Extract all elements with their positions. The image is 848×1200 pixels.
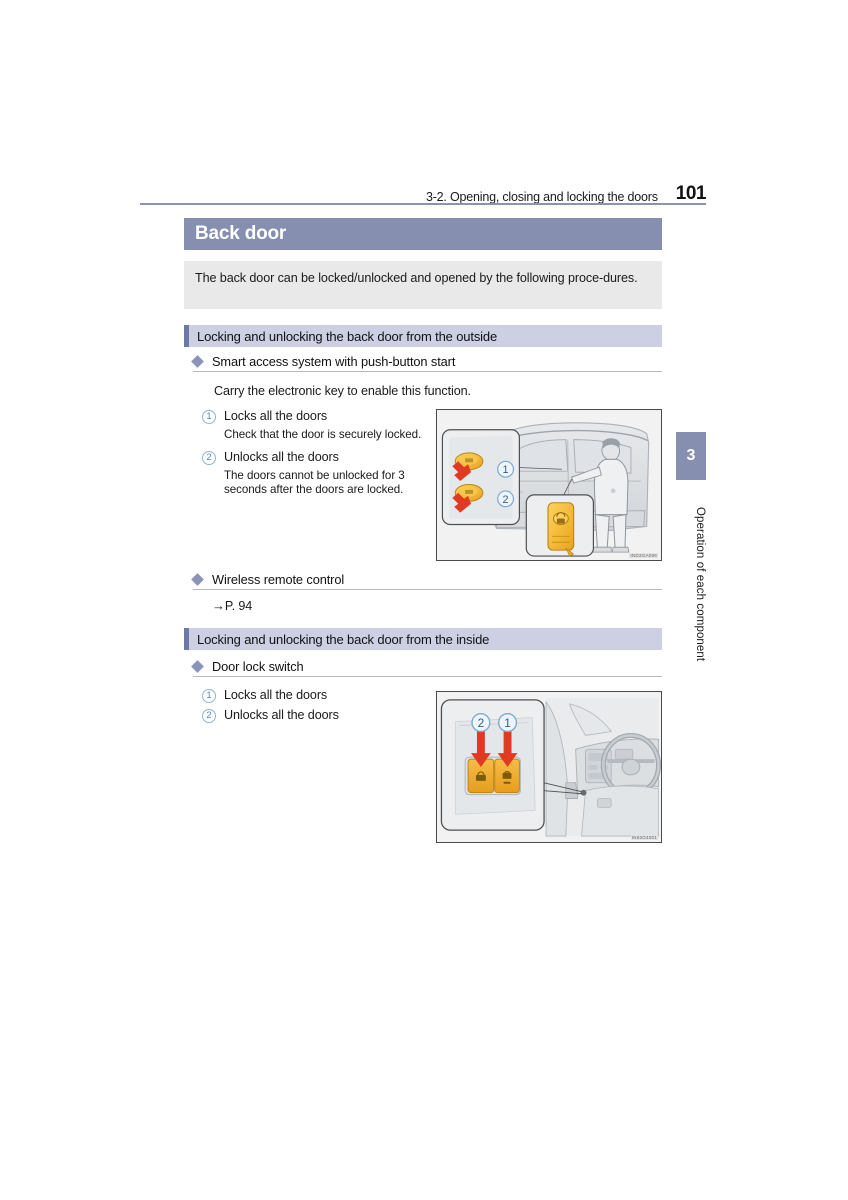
subhead-label: Door lock switch — [212, 659, 304, 674]
section-header-label: Locking and unlocking the back door from… — [197, 328, 498, 344]
chapter-tab-name: Operation of each component — [694, 506, 706, 662]
circled-number-icon: 1 — [202, 410, 216, 424]
chapter-tab-number: 3 — [676, 432, 706, 480]
page-reference-label: P. 94 — [224, 599, 253, 613]
circled-number-icon: 2 — [202, 450, 216, 465]
page-title: Back door — [195, 223, 287, 244]
list-item: 2 Unlocks all the doors — [202, 706, 430, 725]
back-door-exterior-illustration: 1 2 IND3GA096 — [436, 409, 662, 561]
page-reference[interactable]: →P. 94 — [212, 598, 252, 613]
svg-text:1: 1 — [504, 716, 511, 730]
list-item-label: Unlocks all the doors — [224, 449, 339, 464]
chapter-title: 3-2. Opening, closing and locking the do… — [425, 190, 658, 204]
page-title-banner: Back door — [184, 218, 662, 250]
list-item: 1 Locks all the doors — [202, 686, 430, 705]
header-rule — [140, 203, 706, 205]
section-header-outside: Locking and unlocking the back door from… — [184, 325, 662, 347]
list-item-note: Check that the door is securely locked. — [224, 428, 422, 441]
subhead-label: Smart access system with push-button sta… — [212, 354, 456, 369]
figure-code: IND3GA096 — [629, 553, 658, 558]
circled-number-icon: 2 — [202, 709, 216, 723]
list-item-label: Locks all the doors — [224, 688, 328, 702]
circled-number-icon: 1 — [202, 689, 216, 703]
chapter-number: 3 — [686, 447, 696, 464]
list-item-label: Locks all the doors — [224, 409, 328, 423]
subhead-smart-access: Smart access system with push-button sta… — [191, 352, 662, 372]
diamond-bullet-icon — [191, 660, 204, 673]
figure-code: IN83G4001 — [630, 835, 658, 840]
diamond-bullet-icon — [191, 573, 204, 586]
section-header-inside: Locking and unlocking the back door from… — [184, 628, 662, 650]
list-item: 2 Unlocks all the doors — [202, 448, 430, 467]
door-lock-switch-illustration: 2 1 IN83G4001 — [436, 691, 662, 843]
arrow-right-icon: → — [212, 598, 225, 613]
list-item-label: Unlocks all the doors — [224, 708, 339, 722]
section-header-label: Locking and unlocking the back door from… — [197, 631, 490, 647]
subhead-door-lock-switch: Door lock switch — [191, 657, 662, 677]
intro-text: The back door can be locked/unlocked and… — [195, 271, 638, 285]
intro-callout-box: The back door can be locked/unlocked and… — [184, 261, 662, 309]
numbered-list-outside: 1 Locks all the doors Check that the doo… — [202, 407, 430, 503]
svg-text:2: 2 — [478, 716, 485, 730]
subhead-wireless-remote: Wireless remote control — [191, 570, 662, 590]
page-header: 3-2. Opening, closing and locking the do… — [140, 180, 707, 204]
carry-key-instruction: Carry the electronic key to enable this … — [214, 384, 471, 398]
page-number: 101 — [675, 183, 707, 204]
subhead-label: Wireless remote control — [212, 572, 345, 587]
diamond-bullet-icon — [191, 355, 204, 368]
list-item-note: The doors cannot be unlocked for 3 secon… — [224, 468, 405, 497]
list-item: 1 Locks all the doors — [202, 407, 430, 426]
numbered-list-inside: 1 Locks all the doors 2 Unlocks all the … — [202, 686, 430, 726]
svg-text:1: 1 — [503, 464, 509, 476]
svg-text:2: 2 — [503, 494, 509, 506]
